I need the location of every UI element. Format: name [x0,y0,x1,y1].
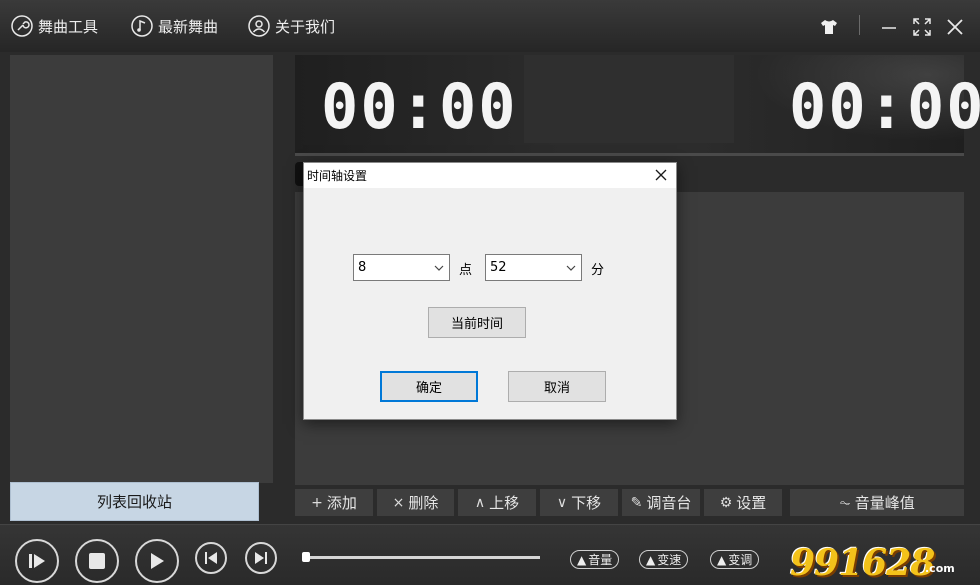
volume-pill-label: 音量 [588,553,613,567]
minimize-button[interactable] [878,16,900,38]
triangle-up-icon: ▲ [646,552,656,567]
mixer-button-label: 调音台 [646,494,692,512]
minute-select-value: 52 [490,260,507,275]
remaining-time: 00:00 [789,70,980,143]
chevron-down-icon [434,264,444,272]
menu-dance-tools[interactable]: 舞曲工具 [11,13,98,39]
progress-track[interactable] [306,556,540,559]
previous-button[interactable] [195,542,227,574]
waveform-icon: ⏦ [839,494,851,511]
play-from-start-button[interactable] [15,539,59,583]
minute-select[interactable]: 52 [485,254,582,281]
triangle-up-icon: ▲ [577,552,587,567]
play-icon [148,551,166,571]
skip-previous-icon [204,551,218,565]
brand-logo[interactable]: 991628 [790,545,935,581]
hour-unit-label: 点 [459,263,473,278]
speed-pill-label: 变速 [657,553,682,567]
hour-select-value: 8 [358,260,367,275]
play-button[interactable] [135,539,179,583]
volume-peak-button-label: 音量峰值 [854,494,915,512]
progress-knob[interactable] [302,552,310,562]
dialog-close-icon[interactable] [654,168,668,182]
edit-icon: ✎ [630,494,643,511]
maximize-button[interactable] [911,16,933,38]
shirt-skin-icon [820,19,838,35]
stop-button[interactable] [75,539,119,583]
menu-latest-dance[interactable]: 最新舞曲 [131,13,218,39]
next-button[interactable] [245,542,277,574]
settings-button[interactable]: ⚙ 设置 [704,489,782,516]
music-note-icon [131,15,153,37]
current-time-button[interactable]: 当前时间 [428,307,526,338]
skip-next-icon [254,551,268,565]
delete-x-icon: × [392,494,405,511]
maximize-icon [913,18,931,36]
pitch-pill-label: 变调 [728,553,753,567]
playlist-panel[interactable] [10,55,273,483]
minute-unit-label: 分 [591,263,605,278]
chevron-down-icon [566,264,576,272]
brand-logo-suffix: .com [925,562,955,575]
chevron-up-icon: ∧ [474,494,486,511]
delete-button[interactable]: × 删除 [377,489,454,516]
pitch-pill-button[interactable]: ▲ 变调 [710,550,760,569]
close-icon [947,19,963,35]
menu-dance-tools-label: 舞曲工具 [38,17,99,36]
hour-select[interactable]: 8 [353,254,450,281]
add-button[interactable]: + 添加 [295,489,373,516]
top-bar: 舞曲工具 最新舞曲 关于我们 [0,0,980,52]
dialog-title: 时间轴设置 [307,169,368,183]
mixer-button[interactable]: ✎ 调音台 [622,489,700,516]
chevron-down-icon: ∨ [556,494,568,511]
speed-pill-button[interactable]: ▲ 变速 [639,550,689,569]
player-bar: ▲ 音量 ▲ 变速 ▲ 变调 991628 .com [0,524,980,585]
minimize-icon [881,19,897,35]
list-tab-strip [295,153,964,156]
move-up-button[interactable]: ∧ 上移 [458,489,536,516]
menu-latest-dance-label: 最新舞曲 [158,17,219,36]
menu-about-us-label: 关于我们 [275,17,336,36]
move-down-button[interactable]: ∨ 下移 [540,489,618,516]
delete-button-label: 删除 [408,494,439,512]
playlist-recycle-bin-button[interactable]: 列表回收站 [10,482,259,521]
gear-icon: ⚙ [719,494,733,511]
plus-icon: + [311,494,323,511]
stop-icon [88,552,106,570]
window-controls-divider [859,15,860,35]
move-down-button-label: 下移 [571,494,602,512]
skin-button[interactable] [818,16,840,38]
timeline-settings-dialog: 时间轴设置 8 点 52 分 当前时间 确定 取消 [303,162,677,420]
ok-button[interactable]: 确定 [380,371,478,402]
volume-pill-button[interactable]: ▲ 音量 [570,550,620,569]
wrench-icon [11,15,33,37]
close-button[interactable] [944,16,966,38]
dialog-titlebar: 时间轴设置 [304,163,676,188]
menu-about-us[interactable]: 关于我们 [248,13,335,39]
play-from-start-icon [27,551,47,571]
cancel-button[interactable]: 取消 [508,371,606,402]
settings-button-label: 设置 [736,494,767,512]
user-icon [248,15,270,37]
volume-peak-button[interactable]: ⏦ 音量峰值 [790,489,964,516]
add-button-label: 添加 [326,494,357,512]
time-display-panel: 00:00 00:00 [295,55,980,153]
time-display-center [524,55,734,143]
elapsed-time: 00:00 [321,70,518,143]
triangle-up-icon: ▲ [717,552,727,567]
move-up-button-label: 上移 [489,494,520,512]
